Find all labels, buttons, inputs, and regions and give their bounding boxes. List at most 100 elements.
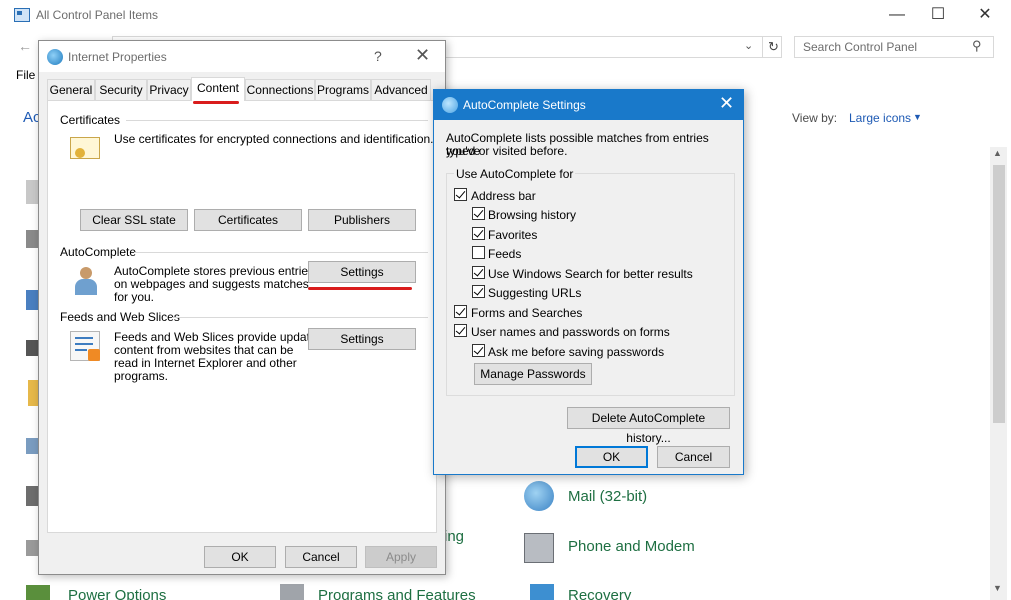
partial-item-icon [28, 380, 38, 406]
address-bar-checkbox[interactable] [454, 188, 467, 201]
minimize-button[interactable]: — [874, 0, 920, 30]
use-autocomplete-group-label: Use AutoComplete for [454, 167, 576, 181]
power-icon[interactable] [26, 585, 50, 600]
internet-globe-icon [442, 97, 458, 113]
dialog-title: AutoComplete Settings [463, 98, 586, 112]
partial-item-icon [26, 180, 38, 204]
cp-item-recovery[interactable]: Recovery [568, 587, 631, 600]
partial-item-icon [26, 290, 38, 310]
certificates-button[interactable]: Certificates [194, 209, 302, 231]
help-button[interactable]: ? [374, 48, 382, 64]
tab-connections[interactable]: Connections [245, 79, 315, 100]
cancel-button[interactable]: Cancel [285, 546, 357, 568]
manage-passwords-button[interactable]: Manage Passwords [474, 363, 592, 385]
tab-general[interactable]: General [47, 79, 95, 100]
menu-file[interactable]: File [16, 68, 35, 82]
autocomplete-settings-button[interactable]: Settings [308, 261, 416, 283]
autocomplete-settings-titlebar: AutoComplete Settings ✕ [434, 90, 743, 120]
mail-icon[interactable] [524, 481, 554, 511]
autocomplete-user-icon [72, 267, 100, 295]
certificate-icon [70, 137, 100, 159]
close-dialog-button[interactable]: ✕ [415, 45, 430, 66]
cp-item-mail[interactable]: Mail (32-bit) [568, 488, 647, 505]
feeds-checkbox[interactable] [472, 246, 485, 259]
suggesting-urls-label[interactable]: Suggesting URLs [488, 286, 581, 300]
user-names-passwords-checkbox[interactable] [454, 324, 467, 337]
internet-globe-icon [47, 49, 63, 65]
publishers-button[interactable]: Publishers [308, 209, 416, 231]
tab-programs[interactable]: Programs [315, 79, 371, 100]
ok-button[interactable]: OK [575, 446, 648, 468]
group-divider [134, 252, 428, 253]
suggesting-urls-checkbox[interactable] [472, 285, 485, 298]
certificates-description: Use certificates for encrypted connectio… [114, 132, 434, 146]
refresh-button[interactable]: ↻ [762, 36, 784, 58]
control-panel-titlebar: All Control Panel Items — ☐ ✕ [0, 0, 1011, 30]
feeds-icon [70, 331, 100, 361]
autocomplete-settings-dialog: AutoComplete Settings ✕ AutoComplete lis… [433, 89, 744, 475]
scroll-down-arrow-icon[interactable]: ▼ [993, 583, 1002, 593]
browsing-history-label[interactable]: Browsing history [488, 208, 576, 222]
apply-button[interactable]: Apply [365, 546, 437, 568]
forms-and-searches-label[interactable]: Forms and Searches [471, 306, 582, 320]
group-divider [172, 317, 428, 318]
tab-security[interactable]: Security [95, 79, 147, 100]
windows-search-label[interactable]: Use Windows Search for better results [488, 267, 693, 281]
close-dialog-button[interactable]: ✕ [719, 93, 734, 114]
internet-properties-titlebar: Internet Properties ? ✕ [39, 41, 445, 72]
user-names-passwords-label[interactable]: User names and passwords on forms [471, 325, 670, 339]
maximize-button[interactable]: ☐ [915, 0, 961, 30]
tab-content[interactable]: Content [191, 77, 245, 101]
feeds-group-label: Feeds and Web Slices [60, 310, 180, 324]
annotation-underline [308, 287, 412, 290]
back-arrow-icon[interactable]: ← [18, 38, 32, 54]
partial-item-icon [26, 486, 38, 506]
partial-item-icon [26, 340, 38, 356]
cp-item-phone-and-modem[interactable]: Phone and Modem [568, 538, 695, 555]
tab-advanced[interactable]: Advanced [371, 79, 431, 100]
ask-before-saving-checkbox[interactable] [472, 344, 485, 357]
ask-before-saving-label[interactable]: Ask me before saving passwords [488, 345, 664, 359]
search-input[interactable]: Search Control Panel [794, 36, 994, 58]
tab-privacy[interactable]: Privacy [147, 79, 191, 100]
partial-item-label: ing [444, 528, 465, 545]
dialog-title: Internet Properties [68, 50, 167, 64]
control-panel-title: All Control Panel Items [36, 8, 159, 22]
view-by-dropdown[interactable]: Large icons [849, 111, 911, 125]
cp-item-programs-and-features[interactable]: Programs and Features [318, 587, 476, 600]
internet-properties-dialog: Internet Properties ? ✕ General Security… [38, 40, 446, 575]
favorites-checkbox[interactable] [472, 227, 485, 240]
annotation-underline [193, 101, 239, 104]
autocomplete-settings-description-line-2: typed or visited before. [446, 144, 568, 158]
autocomplete-description-line-3: for you. [114, 290, 155, 304]
scrollbar-thumb[interactable] [993, 165, 1005, 423]
address-bar-label[interactable]: Address bar [471, 189, 536, 203]
partial-item-icon [26, 438, 38, 454]
favorites-label[interactable]: Favorites [488, 228, 537, 242]
partial-item-icon [26, 230, 38, 248]
chevron-down-icon[interactable]: ⌄ [744, 39, 753, 52]
browsing-history-checkbox[interactable] [472, 207, 485, 220]
view-by-label: View by: [792, 111, 838, 125]
dropdown-arrow-icon[interactable]: ▼ [913, 112, 922, 122]
cancel-button[interactable]: Cancel [657, 446, 730, 468]
delete-autocomplete-history-button[interactable]: Delete AutoComplete history... [567, 407, 730, 445]
search-icon[interactable]: ⚲ [972, 38, 982, 54]
cp-item-power-options[interactable]: Power Options [68, 587, 166, 600]
programs-icon[interactable] [280, 584, 304, 600]
forms-and-searches-checkbox[interactable] [454, 305, 467, 318]
phone-icon[interactable] [524, 533, 554, 563]
recovery-icon[interactable] [530, 584, 554, 600]
clear-ssl-state-button[interactable]: Clear SSL state [80, 209, 188, 231]
autocomplete-group-label: AutoComplete [60, 245, 137, 259]
ok-button[interactable]: OK [204, 546, 276, 568]
windows-search-checkbox[interactable] [472, 266, 485, 279]
group-divider [126, 120, 428, 121]
certificates-group-label: Certificates [60, 113, 121, 127]
feeds-description-line-4: programs. [114, 369, 169, 383]
feeds-label[interactable]: Feeds [488, 247, 521, 261]
control-panel-icon [14, 8, 30, 22]
feeds-settings-button[interactable]: Settings [308, 328, 416, 350]
scroll-up-arrow-icon[interactable]: ▲ [993, 148, 1002, 158]
close-window-button[interactable]: ✕ [962, 0, 1008, 30]
